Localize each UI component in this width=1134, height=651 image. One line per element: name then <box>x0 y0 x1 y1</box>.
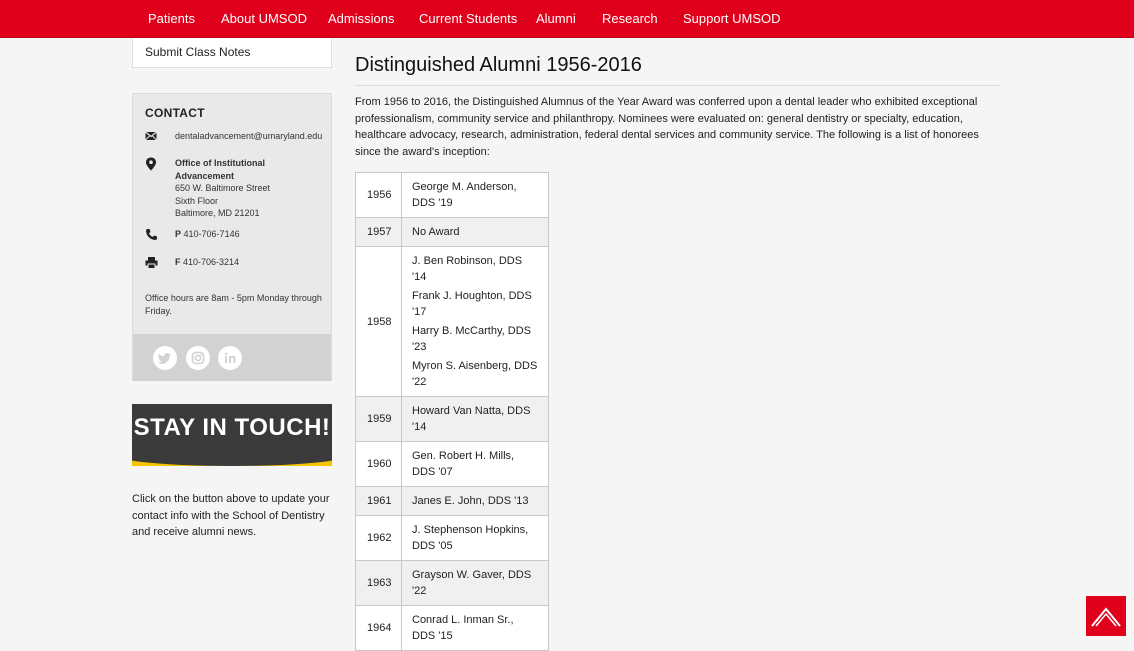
honoree-cell: Gen. Robert H. Mills, DDS '07 <box>401 441 549 487</box>
map-pin-icon <box>145 157 159 171</box>
table-row: 1960 Gen. Robert H. Mills, DDS '07 <box>355 441 549 487</box>
phone-icon <box>145 228 159 242</box>
honoree-name: Janes E. John, DDS '13 <box>412 495 529 507</box>
stay-in-touch-text: STAY IN TOUCH! <box>133 414 331 441</box>
nav-item-support[interactable]: Support UMSOD <box>683 11 781 26</box>
nav-item-alumni[interactable]: Alumni <box>536 11 576 26</box>
year-cell: 1960 <box>355 441 402 487</box>
year-cell: 1962 <box>355 515 402 561</box>
office-hours: Office hours are 8am - 5pm Monday throug… <box>145 293 322 316</box>
year-cell: 1961 <box>355 486 402 516</box>
honoree-cell: J. Stephenson Hopkins, DDS '05 <box>401 515 549 561</box>
alumni-table: 1956 George M. Anderson, DDS '19 1957 No Aw… <box>355 172 549 651</box>
table-row: 1962 J. Stephenson Hopkins, DDS '05 <box>355 515 549 561</box>
contact-box: CONTACT dentaladvancement@umaryland.edu … <box>132 93 332 381</box>
table-row: 1956 George M. Anderson, DDS '19 <box>355 172 549 218</box>
contact-heading: CONTACT <box>145 106 205 120</box>
printer-icon <box>145 256 159 270</box>
honoree-name: Harry B. McCarthy, DDS '23 <box>412 325 531 353</box>
honoree-name: George M. Anderson, DDS '19 <box>412 181 517 209</box>
top-navigation: Patients About UMSOD Admissions Current … <box>0 0 1134 38</box>
honoree-cell: Grayson W. Gaver, DDS '22 <box>401 560 549 606</box>
page-title: Distinguished Alumni 1956-2016 <box>355 54 642 76</box>
year-cell: 1963 <box>355 560 402 606</box>
submit-class-notes-link[interactable]: Submit Class Notes <box>132 38 332 68</box>
nav-item-admissions[interactable]: Admissions <box>328 11 394 26</box>
honoree-cell: Howard Van Natta, DDS '14 <box>401 396 549 442</box>
office-name: Office of Institutional Advancement <box>175 158 265 181</box>
nav-item-about[interactable]: About UMSOD <box>221 11 307 26</box>
linkedin-icon[interactable] <box>218 346 242 370</box>
table-row: 1961 Janes E. John, DDS '13 <box>355 486 549 516</box>
honoree-name: J. Stephenson Hopkins, DDS '05 <box>412 524 529 552</box>
honoree-name: Conrad L. Inman Sr., DDS '15 <box>412 614 514 642</box>
honoree-name: No Award <box>412 226 460 238</box>
contact-email[interactable]: dentaladvancement@umaryland.edu <box>175 130 335 143</box>
honoree-name: Myron S. Aisenberg, DDS '22 <box>412 360 538 388</box>
address-line-1: 650 W. Baltimore Street <box>175 183 271 193</box>
year-cell: 1964 <box>355 605 402 651</box>
intro-paragraph: From 1956 to 2016, the Distinguished Alu… <box>355 96 979 158</box>
back-to-top-button[interactable] <box>1086 596 1126 636</box>
table-row: 1964 Conrad L. Inman Sr., DDS '15 <box>355 605 549 651</box>
stay-in-touch-banner[interactable]: STAY IN TOUCH! <box>132 404 332 466</box>
sidebar: Submit Class Notes CONTACT dentaladvance… <box>132 38 332 538</box>
table-row: 1959 Howard Van Natta, DDS '14 <box>355 396 549 442</box>
honoree-cell: J. Ben Robinson, DDS '14 Frank J. Houghto… <box>401 246 549 397</box>
nav-item-patients[interactable]: Patients <box>148 11 195 26</box>
honoree-name: Grayson W. Gaver, DDS '22 <box>412 569 532 597</box>
fax-label: F <box>175 257 181 267</box>
social-links <box>133 334 331 381</box>
envelope-icon <box>145 130 159 144</box>
honoree-cell: No Award <box>401 217 549 247</box>
twitter-icon[interactable] <box>153 346 177 370</box>
address-line-2: Sixth Floor <box>175 195 219 206</box>
title-divider <box>355 85 1000 86</box>
honoree-name: Howard Van Natta, DDS '14 <box>412 405 531 433</box>
year-cell: 1957 <box>355 217 402 247</box>
instagram-icon[interactable] <box>186 346 210 370</box>
chevron-up-icon <box>1091 607 1121 627</box>
honoree-cell: Janes E. John, DDS '13 <box>401 486 549 516</box>
year-cell: 1958 <box>355 246 402 397</box>
table-row: 1963 Grayson W. Gaver, DDS '22 <box>355 560 549 606</box>
honoree-name: J. Ben Robinson, DDS '14 <box>412 255 523 283</box>
fax-number: 410-706-3214 <box>183 257 240 267</box>
year-cell: 1959 <box>355 396 402 442</box>
nav-item-research[interactable]: Research <box>602 11 658 26</box>
honoree-cell: Conrad L. Inman Sr., DDS '15 <box>401 605 549 651</box>
address-line-3: Baltimore, MD 21201 <box>175 208 260 218</box>
honoree-name: Gen. Robert H. Mills, DDS '07 <box>412 450 515 478</box>
year-cell: 1956 <box>355 172 402 218</box>
phone-label: P <box>175 229 182 239</box>
nav-item-current-students[interactable]: Current Students <box>419 11 517 26</box>
honoree-cell: George M. Anderson, DDS '19 <box>401 172 549 218</box>
banner-curve <box>132 442 332 466</box>
table-row: 1957 No Award <box>355 217 549 247</box>
table-row: 1958 J. Ben Robinson, DDS '14 Frank J. Hou… <box>355 246 549 397</box>
stay-in-touch-note: Click on the button above to update your… <box>132 493 330 538</box>
honoree-name: Frank J. Houghton, DDS '17 <box>412 290 532 318</box>
phone-number[interactable]: 410-706-7146 <box>184 229 240 239</box>
